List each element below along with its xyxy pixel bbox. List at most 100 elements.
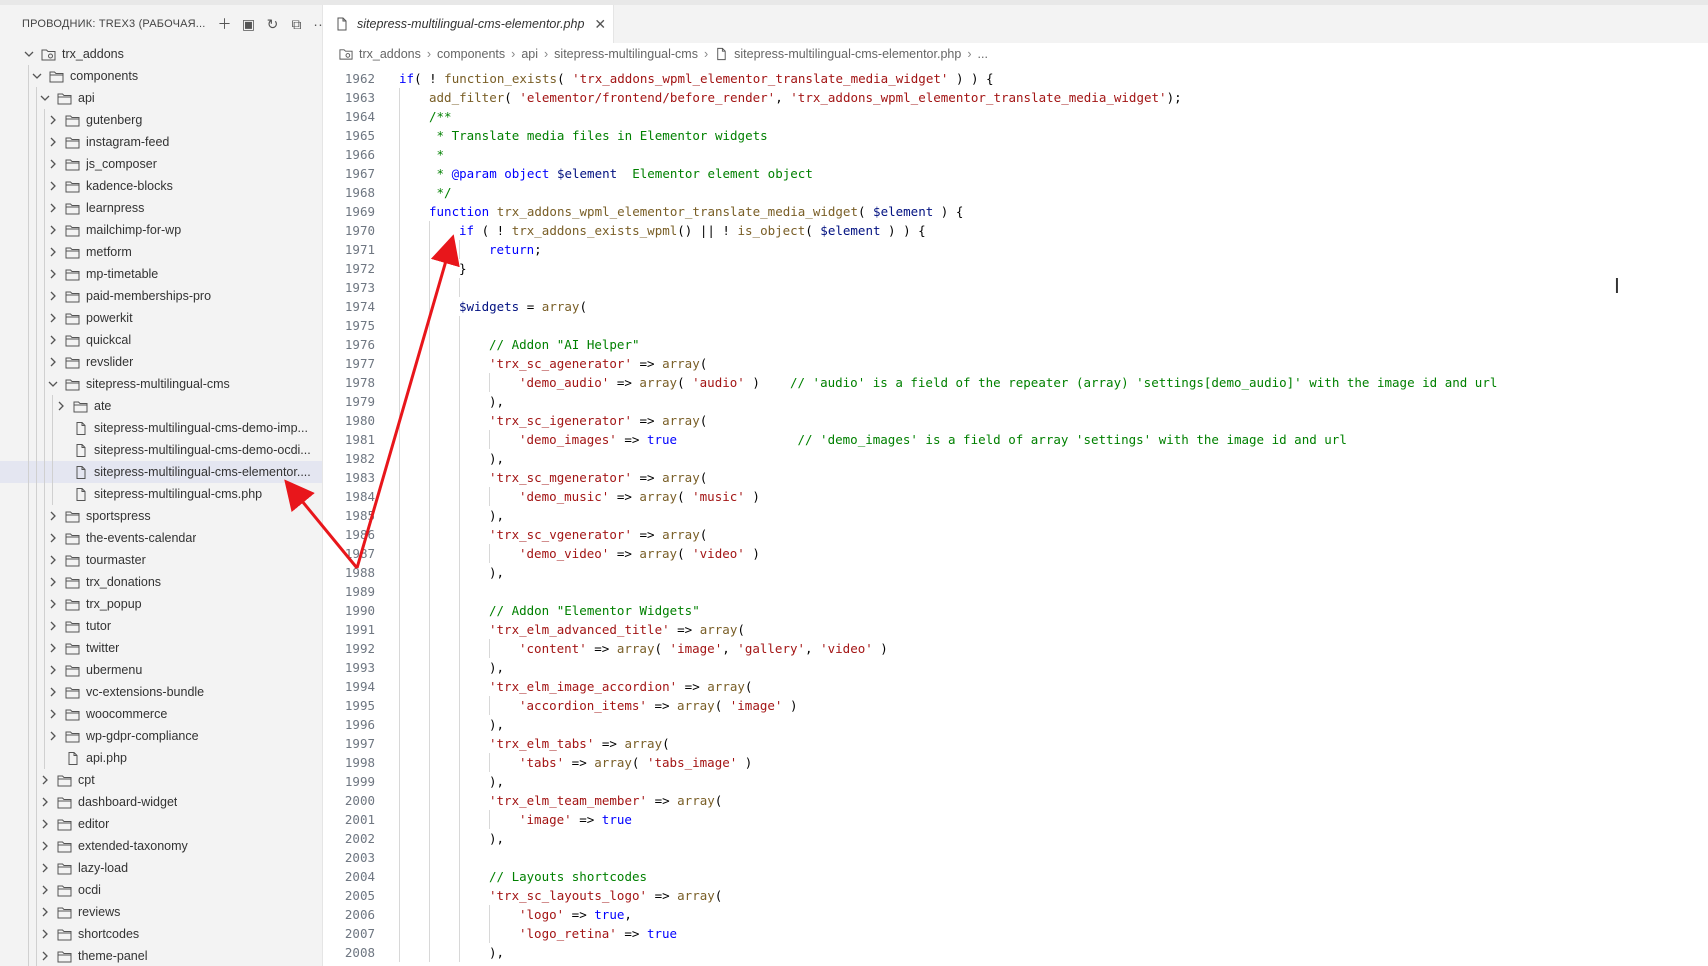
tree-folder-item[interactable]: trx_donations xyxy=(0,571,322,593)
breadcrumb-item[interactable]: api xyxy=(521,47,538,61)
new-file-icon[interactable]: ＋ xyxy=(216,15,234,33)
tree-folder-item[interactable]: extended-taxonomy xyxy=(0,835,322,857)
chevron-right-icon[interactable] xyxy=(38,949,52,963)
chevron-right-icon[interactable] xyxy=(46,245,60,259)
breadcrumb-item[interactable]: sitepress-multilingual-cms xyxy=(554,47,698,61)
chevron-right-icon[interactable] xyxy=(46,135,60,149)
code-line: 1965 * Translate media files in Elemento… xyxy=(323,126,1708,145)
chevron-right-icon[interactable] xyxy=(46,157,60,171)
chevron-right-icon[interactable] xyxy=(54,399,68,413)
tree-folder-item[interactable]: vc-extensions-bundle xyxy=(0,681,322,703)
tree-folder-item[interactable]: twitter xyxy=(0,637,322,659)
breadcrumb-item[interactable]: trx_addons xyxy=(359,47,421,61)
code-editor[interactable]: 19611962if( ! function_exists( 'trx_addo… xyxy=(323,65,1708,966)
chevron-right-icon[interactable] xyxy=(46,597,60,611)
chevron-down-icon[interactable] xyxy=(30,69,44,83)
tree-folder-item[interactable]: trx_addons xyxy=(0,43,322,65)
chevron-right-icon[interactable] xyxy=(46,113,60,127)
chevron-right-icon[interactable] xyxy=(46,707,60,721)
chevron-right-icon[interactable] xyxy=(38,795,52,809)
new-folder-icon[interactable]: ▣ xyxy=(240,15,258,33)
chevron-right-icon[interactable] xyxy=(46,201,60,215)
code-token: ; xyxy=(534,242,542,257)
breadcrumb-item[interactable]: ... xyxy=(978,47,988,61)
chevron-right-icon[interactable] xyxy=(38,773,52,787)
tree-folder-item[interactable]: ubermenu xyxy=(0,659,322,681)
collapse-all-icon[interactable]: ⧉ xyxy=(288,15,306,33)
tree-folder-item[interactable]: editor xyxy=(0,813,322,835)
tree-folder-item[interactable]: metform xyxy=(0,241,322,263)
tree-folder-item[interactable]: lazy-load xyxy=(0,857,322,879)
tree-file-item[interactable]: api.php xyxy=(0,747,322,769)
chevron-right-icon[interactable] xyxy=(46,641,60,655)
chevron-right-icon[interactable] xyxy=(38,839,52,853)
more-icon[interactable]: ··· xyxy=(312,15,322,33)
tree-folder-item[interactable]: woocommerce xyxy=(0,703,322,725)
tree-folder-item[interactable]: ate xyxy=(0,395,322,417)
tree-folder-item[interactable]: components xyxy=(0,65,322,87)
tree-folder-item[interactable]: paid-memberships-pro xyxy=(0,285,322,307)
chevron-right-icon[interactable] xyxy=(46,223,60,237)
code-text: 'tabs' => array( 'tabs_image' ) xyxy=(519,753,752,772)
tree-folder-item[interactable]: sportspress xyxy=(0,505,322,527)
tree-folder-item[interactable]: kadence-blocks xyxy=(0,175,322,197)
chevron-right-icon[interactable] xyxy=(46,289,60,303)
tree-folder-item[interactable]: gutenberg xyxy=(0,109,322,131)
chevron-right-icon[interactable] xyxy=(46,333,60,347)
breadcrumb-item[interactable]: components xyxy=(437,47,505,61)
chevron-right-icon[interactable] xyxy=(46,311,60,325)
tree-file-item[interactable]: sitepress-multilingual-cms-demo-ocdi... xyxy=(0,439,322,461)
chevron-right-icon[interactable] xyxy=(46,531,60,545)
chevron-right-icon[interactable] xyxy=(46,619,60,633)
chevron-right-icon[interactable] xyxy=(38,861,52,875)
chevron-right-icon[interactable] xyxy=(46,355,60,369)
tree-file-item[interactable]: sitepress-multilingual-cms-elementor.... xyxy=(0,461,322,483)
chevron-right-icon[interactable] xyxy=(46,575,60,589)
close-icon[interactable]: ✕ xyxy=(594,16,606,33)
tree-folder-item[interactable]: quickcal xyxy=(0,329,322,351)
tree-folder-item[interactable]: theme-panel xyxy=(0,945,322,966)
editor-tab[interactable]: sitepress-multilingual-cms-elementor.php… xyxy=(323,5,614,43)
tree-folder-item[interactable]: js_composer xyxy=(0,153,322,175)
tree-file-item[interactable]: sitepress-multilingual-cms.php xyxy=(0,483,322,505)
chevron-down-icon[interactable] xyxy=(46,377,60,391)
chevron-right-icon[interactable] xyxy=(46,729,60,743)
tree-folder-item[interactable]: powerkit xyxy=(0,307,322,329)
tree-folder-item[interactable]: reviews xyxy=(0,901,322,923)
tree-folder-item[interactable]: ocdi xyxy=(0,879,322,901)
chevron-right-icon[interactable] xyxy=(46,685,60,699)
indent-guide xyxy=(36,505,37,527)
tree-folder-item[interactable]: wp-gdpr-compliance xyxy=(0,725,322,747)
tree-folder-item[interactable]: trx_popup xyxy=(0,593,322,615)
breadcrumb-item[interactable]: sitepress-multilingual-cms-elementor.php xyxy=(734,47,961,61)
chevron-right-icon[interactable] xyxy=(38,817,52,831)
tree-folder-item[interactable]: learnpress xyxy=(0,197,322,219)
tree-folder-item[interactable]: mailchimp-for-wp xyxy=(0,219,322,241)
chevron-right-icon[interactable] xyxy=(46,179,60,193)
indent-guide xyxy=(28,505,29,527)
tree-folder-item[interactable]: dashboard-widget xyxy=(0,791,322,813)
code-token: 'tabs' xyxy=(519,755,565,770)
chevron-right-icon[interactable] xyxy=(38,905,52,919)
chevron-right-icon[interactable] xyxy=(38,927,52,941)
tree-folder-item[interactable]: mp-timetable xyxy=(0,263,322,285)
chevron-right-icon[interactable] xyxy=(46,553,60,567)
tree-folder-item[interactable]: shortcodes xyxy=(0,923,322,945)
tree-folder-item[interactable]: sitepress-multilingual-cms xyxy=(0,373,322,395)
chevron-right-icon[interactable] xyxy=(46,663,60,677)
chevron-right-icon[interactable] xyxy=(46,509,60,523)
tree-file-item[interactable]: sitepress-multilingual-cms-demo-imp... xyxy=(0,417,322,439)
tree-folder-item[interactable]: the-events-calendar xyxy=(0,527,322,549)
tree-folder-item[interactable]: cpt xyxy=(0,769,322,791)
tree-folder-item[interactable]: revslider xyxy=(0,351,322,373)
chevron-down-icon[interactable] xyxy=(38,91,52,105)
tree-folder-item[interactable]: instagram-feed xyxy=(0,131,322,153)
chevron-right-icon[interactable] xyxy=(38,883,52,897)
refresh-icon[interactable]: ↻ xyxy=(264,15,282,33)
indent-guide xyxy=(399,335,400,354)
tree-folder-item[interactable]: tourmaster xyxy=(0,549,322,571)
tree-folder-item[interactable]: api xyxy=(0,87,322,109)
tree-folder-item[interactable]: tutor xyxy=(0,615,322,637)
chevron-right-icon[interactable] xyxy=(46,267,60,281)
chevron-down-icon[interactable] xyxy=(22,47,36,61)
